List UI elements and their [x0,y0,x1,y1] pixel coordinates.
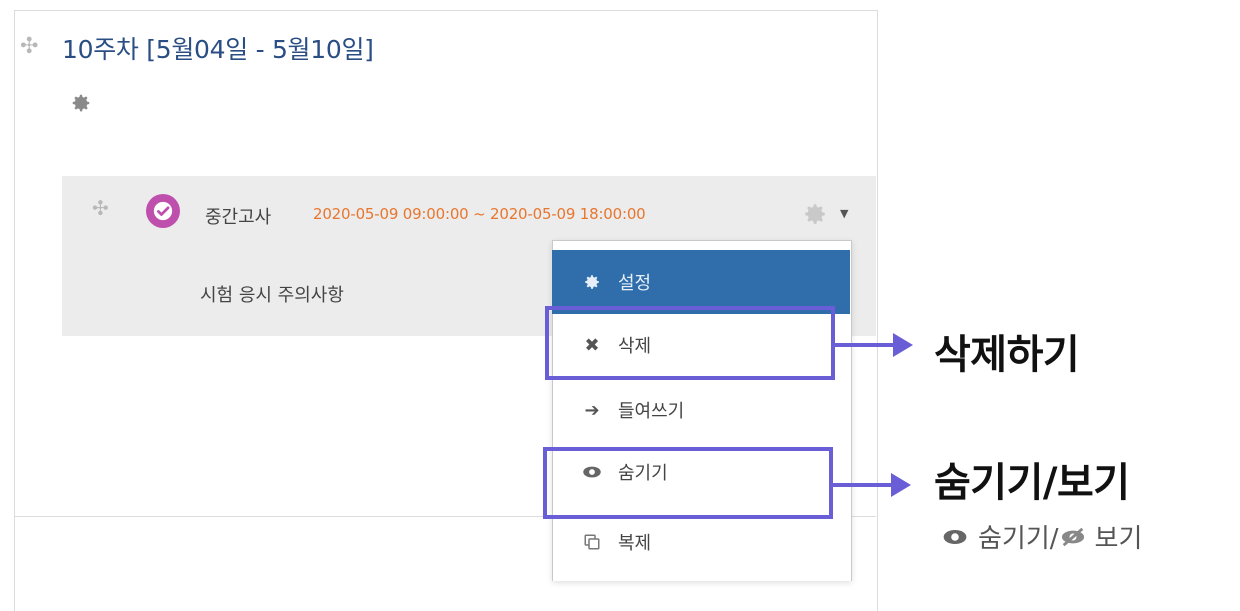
arrow-right-icon [835,333,913,357]
move-icon[interactable]: ✣ [20,34,38,59]
section-title[interactable]: 10주차 [5월04일 - 5월10일] [62,30,374,66]
menu-item-label: 복제 [618,533,652,554]
menu-item-duplicate[interactable]: 복제 [552,512,850,572]
menu-item-indent[interactable]: ➔ 들여쓰기 [552,380,850,440]
eye-icon [942,528,968,546]
gear-icon [580,273,604,291]
eye-slash-icon [1059,526,1087,548]
hide-show-legend: 숨기기/ 보기 [942,518,1142,555]
menu-item-label: 들여쓰기 [618,401,685,422]
arrow-right-icon: ➔ [584,399,600,421]
highlight-delete-box [545,306,835,380]
activity-move-icon[interactable]: ✣ [92,196,109,220]
chevron-down-icon[interactable]: ▼ [840,207,848,220]
quiz-icon [146,194,180,228]
menu-item-label: 설정 [618,273,652,294]
legend-show-text: 보기 [1094,524,1143,554]
legend-hide-text: 숨기기/ [978,524,1059,554]
copy-icon [580,533,604,551]
callout-hide-show: 숨기기/보기 [934,460,1130,506]
callout-delete: 삭제하기 [934,332,1080,378]
activity-gear-icon[interactable] [802,201,828,231]
menu-item-settings[interactable]: 설정 [552,250,850,314]
activity-name[interactable]: 중간고사 [205,203,271,229]
highlight-hide-box [543,447,833,519]
activity-description: 시험 응시 주의사항 [200,285,344,306]
gear-icon[interactable] [70,92,92,118]
activity-dates: 2020-05-09 09:00:00 ~ 2020-05-09 18:00:0… [313,205,646,223]
arrow-right-icon [833,473,911,497]
